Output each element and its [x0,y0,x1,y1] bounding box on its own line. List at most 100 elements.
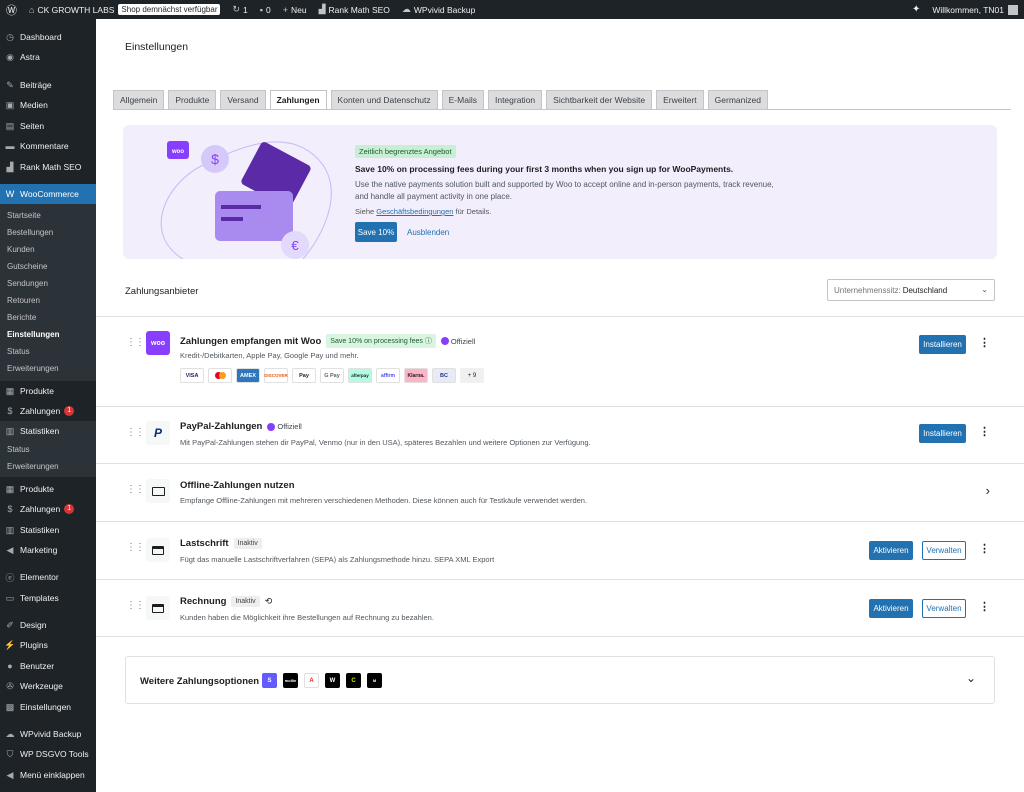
refresh-icon: ↻ [232,4,241,14]
menu-plugins[interactable]: ⚡ Plugins [0,635,96,655]
submenu-stats-status[interactable]: Status [0,441,96,458]
updates-link[interactable]: ↻ 1 [226,0,253,19]
bancontact-logo: BC [432,368,456,383]
menu-zahlungen[interactable]: $ Zahlungen 1 [0,401,96,421]
menu-comments[interactable]: ▬ Kommentare [0,136,96,156]
menu-statistiken-2[interactable]: ▥ Statistiken [0,520,96,540]
more-options-icon[interactable]: ⋮ [979,425,990,438]
drag-handle-icon[interactable]: ⋮⋮ [126,600,145,611]
activate-lastschrift-button[interactable]: Aktivieren [869,541,913,560]
menu-media[interactable]: ▣ Medien [0,95,96,115]
drag-handle-icon[interactable]: ⋮⋮ [126,542,145,553]
tabs-divider [113,109,1011,110]
submenu-berichte[interactable]: Berichte [0,309,96,326]
tab-versand[interactable]: Versand [220,90,266,110]
paypal-logo-icon: P [146,421,170,445]
home-icon: ⌂ [29,4,35,15]
tab-sichtbarkeit[interactable]: Sichtbarkeit der Website [546,90,653,110]
menu-posts[interactable]: ✎ Beiträge [0,75,96,95]
inactive-badge: Inaktiv [233,538,262,549]
tab-konten-datenschutz[interactable]: Konten und Datenschutz [330,90,438,110]
menu-werkzeuge[interactable]: ✇ Werkzeuge [0,676,96,696]
tab-erweitert[interactable]: Erweitert [656,90,704,110]
submenu-sendungen[interactable]: Sendungen [0,275,96,292]
official-badge: Offiziell [440,337,475,346]
dashboard-icon: ◷ [6,31,14,42]
menu-design[interactable]: ✐ Design [0,615,96,635]
menu-wpvivid[interactable]: ☁ WPvivid Backup [0,724,96,744]
folder-icon: ▭ [5,592,15,603]
manage-rechnung-button[interactable]: Verwalten [922,599,966,618]
menu-elementor[interactable]: ⓔ Elementor [0,567,96,587]
ai-sparkle-icon[interactable]: ✦ [906,0,926,19]
save-10-button[interactable]: Save 10% [355,222,397,242]
menu-einstellungen[interactable]: ▩ Einstellungen [0,697,96,717]
tab-allgemein[interactable]: Allgemein [113,90,165,110]
tab-emails[interactable]: E-Mails [441,90,484,110]
menu-woocommerce[interactable]: W WooCommerce [0,184,96,204]
drag-handle-icon[interactable]: ⋮⋮ [126,484,145,495]
menu-astra[interactable]: ◉ Astra [0,47,96,67]
comments-link[interactable]: ▪ 0 [254,0,277,19]
more-options-logos: S mollie A W C M [262,673,382,688]
provider-name: Zahlungen empfangen mit Woo [180,335,322,347]
rank-math-link[interactable]: ▟ Rank Math SEO [313,0,396,19]
tab-produkte[interactable]: Produkte [168,90,217,110]
drag-handle-icon[interactable]: ⋮⋮ [126,427,145,438]
terms-link[interactable]: Geschäftsbedingungen [376,207,453,216]
chevron-right-icon[interactable]: › [986,483,990,498]
more-methods-count: + 9 [460,368,484,383]
avatar [1008,4,1018,15]
wordpress-logo-icon[interactable]: Ⓦ [0,0,23,19]
menu-pages[interactable]: ▤ Seiten [0,116,96,136]
more-options-icon[interactable]: ⋮ [979,542,990,555]
install-paypal-button[interactable]: Installieren [919,424,966,443]
submenu-gutscheine[interactable]: Gutscheine [0,258,96,275]
hide-promo-button[interactable]: Ausblenden [407,222,449,242]
provider-rechnung: ⋮⋮ Rechnung Inaktiv ⟲ Kunden haben die M… [96,579,1024,637]
more-options-icon[interactable]: ⋮ [979,600,990,613]
menu-dsgvo[interactable]: ⛉ WP DSGVO Tools [0,744,96,764]
dollar-icon: $ [7,406,13,416]
submenu-bestellungen[interactable]: Bestellungen [0,224,96,241]
menu-statistiken[interactable]: ▥ Statistiken [0,421,96,441]
more-options-icon[interactable]: ⋮ [979,336,990,349]
box-icon: ▦ [5,385,15,396]
menu-dashboard[interactable]: ◷ Dashboard [0,27,96,47]
submenu-status[interactable]: Status [0,343,96,360]
account-menu[interactable]: Willkommen, TN01 [926,0,1024,19]
tab-zahlungen[interactable]: Zahlungen [269,90,327,110]
install-woopayments-button[interactable]: Installieren [919,335,966,354]
submenu-erweiterungen[interactable]: Erweiterungen [0,360,96,377]
tab-integration[interactable]: Integration [487,90,543,110]
manage-lastschrift-button[interactable]: Verwalten [922,541,966,560]
site-name-link[interactable]: ⌂ CK GROWTH LABS Shop demnächst verfügbar [23,0,226,19]
page-icon: ▤ [5,120,15,131]
chevron-down-icon[interactable]: ⌄ [966,671,976,685]
new-content-link[interactable]: + Neu [277,0,313,19]
drag-handle-icon[interactable]: ⋮⋮ [126,337,145,348]
menu-templates[interactable]: ▭ Templates [0,588,96,608]
tab-germanized[interactable]: Germanized [707,90,768,110]
menu-zahlungen-2[interactable]: $ Zahlungen 1 [0,499,96,519]
menu-produkte-2[interactable]: ▦ Produkte [0,479,96,499]
submenu-einstellungen[interactable]: Einstellungen [0,326,96,343]
submenu-startseite[interactable]: Startseite [0,207,96,224]
menu-produkte[interactable]: ▦ Produkte [0,381,96,401]
checkout-logo: C [346,673,361,688]
submenu-stats-erweiterungen[interactable]: Erweiterungen [0,458,96,475]
menu-collapse[interactable]: ◀ Menü einklappen [0,765,96,785]
provider-offline-payments: ⋮⋮ Offline-Zahlungen nutzen Empfange Off… [96,463,1024,521]
menu-rank-math[interactable]: ▟ Rank Math SEO [0,157,96,177]
wpvivid-link[interactable]: ☁ WPvivid Backup [396,0,481,19]
shop-status-badge[interactable]: Shop demnächst verfügbar [118,4,221,15]
menu-benutzer[interactable]: ● Benutzer [0,656,96,676]
more-payment-options-panel[interactable]: Weitere Zahlungsoptionen S mollie A W C … [125,656,995,704]
business-location-select[interactable]: Unternehmenssitz: Deutschland ⌄ [827,279,995,301]
menu-marketing[interactable]: ◀ Marketing [0,540,96,560]
submenu-kunden[interactable]: Kunden [0,241,96,258]
amex-logo: AMEX [236,368,260,383]
rankmath-icon: ▟ [318,4,326,14]
activate-rechnung-button[interactable]: Aktivieren [869,599,913,618]
submenu-retouren[interactable]: Retouren [0,292,96,309]
